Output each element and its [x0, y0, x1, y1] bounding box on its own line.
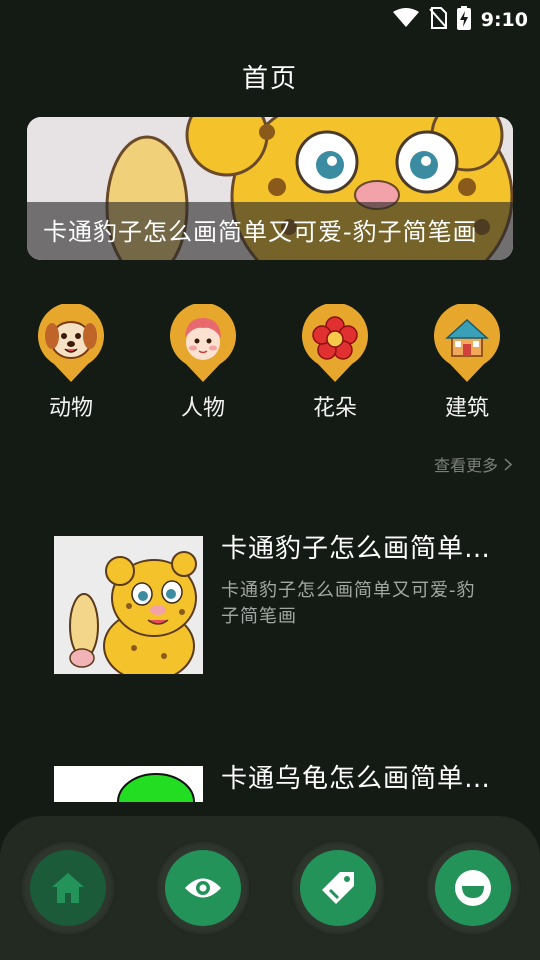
category-label: 动物	[48, 396, 93, 421]
category-label: 花朵	[312, 396, 357, 421]
banner[interactable]: 卡通豹子怎么画简单又可爱-豹子简笔画	[27, 117, 513, 260]
status-bar: 9:10	[0, 0, 540, 36]
page-title: 首页	[241, 64, 298, 94]
category-animals[interactable]: 动物	[21, 304, 121, 422]
tag-icon	[322, 872, 354, 904]
eye-icon	[185, 878, 221, 898]
girl-icon	[170, 304, 236, 382]
nav-profile-button[interactable]	[425, 840, 521, 936]
smile-icon	[455, 870, 491, 906]
list-item[interactable]: 卡通豹子怎么画简单又可爱-豹子简笔画 卡通豹子怎么画简单又可爱-豹子简笔画	[54, 534, 510, 686]
see-more-label: 查看更多	[433, 456, 498, 475]
status-time: 9:10	[480, 9, 528, 31]
wifi-icon	[392, 8, 419, 32]
dog-icon	[38, 304, 104, 382]
no-sim-icon	[428, 7, 447, 33]
banner-caption: 卡通豹子怎么画简单又可爱-豹子简笔画	[43, 218, 478, 246]
cartoon-leopard-image	[54, 536, 203, 674]
list-item-thumbnail	[54, 766, 203, 802]
category-flowers[interactable]: 花朵	[285, 304, 385, 422]
see-more-link[interactable]: 查看更多	[434, 452, 512, 476]
list-item-title: 卡通乌龟怎么画简单又可爱	[221, 764, 501, 794]
nav-browse-button[interactable]	[155, 840, 251, 936]
home-icon	[52, 873, 84, 903]
list-item-description: 卡通豹子怎么画简单又可爱-豹子简笔画	[221, 580, 476, 627]
nav-home-button[interactable]	[20, 840, 116, 936]
category-row: 动物 人物 花朵 建筑	[0, 304, 540, 434]
status-icons: 9:10	[392, 6, 528, 34]
category-label: 人物	[180, 396, 225, 421]
flower-icon	[302, 304, 368, 382]
chevron-right-icon	[504, 457, 512, 471]
cartoon-turtle-image	[54, 766, 203, 802]
battery-charging-icon	[456, 6, 471, 34]
category-people[interactable]: 人物	[153, 304, 253, 422]
bottom-navigation	[0, 816, 540, 960]
nav-tags-button[interactable]	[290, 840, 386, 936]
category-buildings[interactable]: 建筑	[417, 304, 517, 422]
list-item-thumbnail	[54, 536, 203, 674]
list-item-title: 卡通豹子怎么画简单又可爱-豹子简笔画	[221, 534, 501, 564]
house-icon	[434, 304, 500, 382]
category-label: 建筑	[444, 396, 489, 421]
